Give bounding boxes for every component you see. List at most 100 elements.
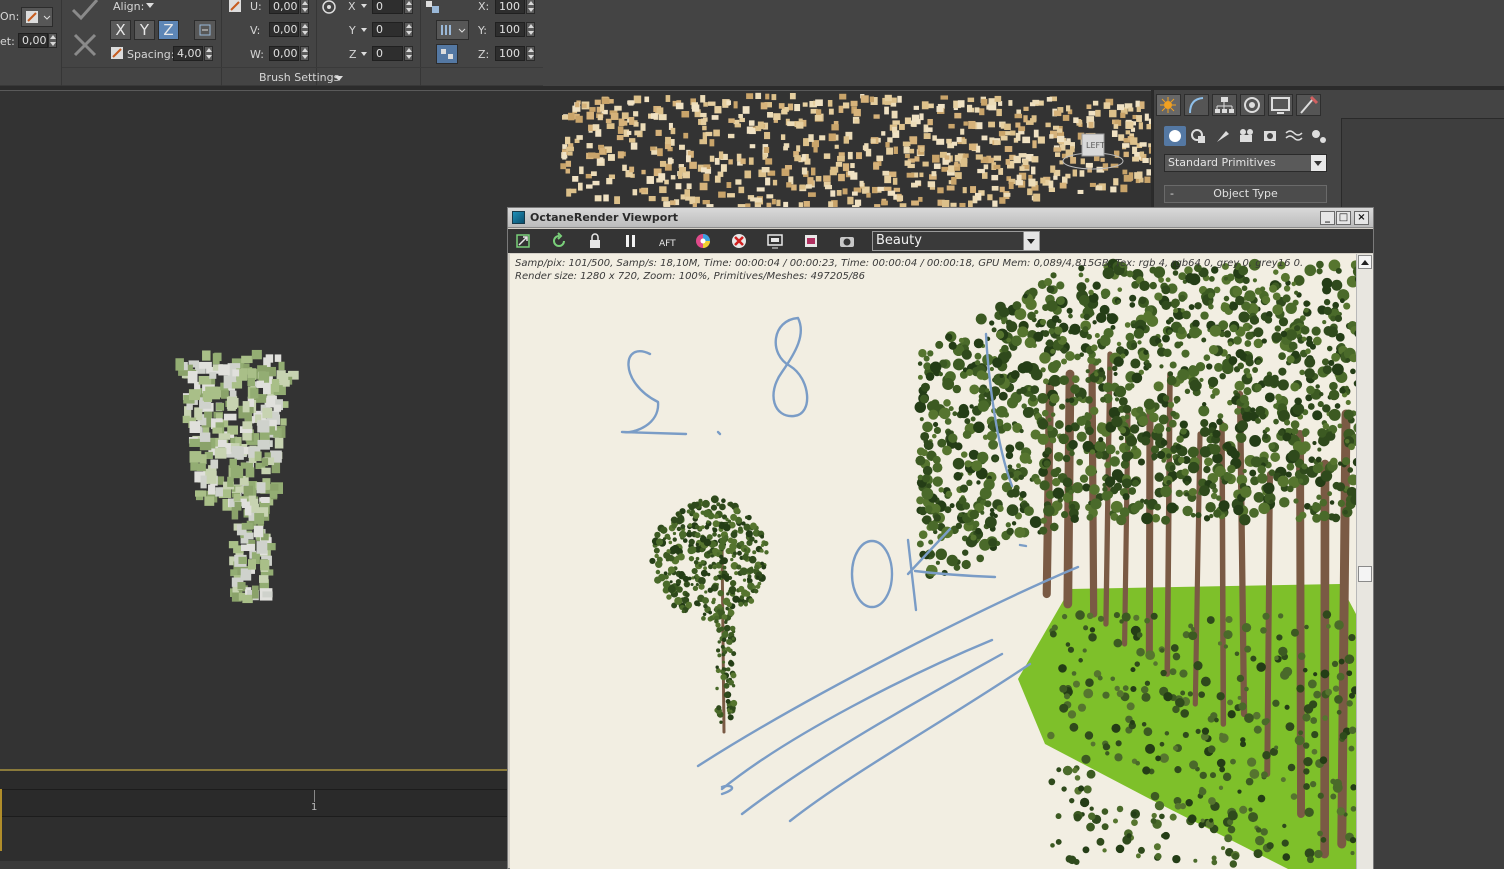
region-icon[interactable]: [766, 232, 784, 250]
utilities-tab[interactable]: [1296, 94, 1321, 116]
foliage: [1125, 383, 1133, 391]
scale-y-field[interactable]: 100: [495, 22, 525, 37]
brush-icon: [26, 11, 51, 23]
hierarchy-icon: [1215, 97, 1234, 113]
lock-icon[interactable]: [586, 232, 604, 250]
helpers-category[interactable]: [1260, 126, 1282, 146]
ground-plant: [1313, 690, 1322, 699]
foliage: [1272, 304, 1284, 316]
motion-tab[interactable]: [1240, 94, 1265, 116]
display-tab[interactable]: [1268, 94, 1293, 116]
rot-z-label: Z: [349, 48, 357, 61]
foliage: [935, 560, 940, 565]
v-field[interactable]: 0,00: [269, 22, 299, 37]
proxy-leaf: [245, 467, 255, 478]
cameras-category[interactable]: [1236, 126, 1258, 146]
render-vertical-scrollbar[interactable]: [1356, 254, 1373, 869]
v-spinner[interactable]: [300, 22, 309, 37]
rot-y-dropdown-icon[interactable]: [361, 28, 367, 33]
object-category-dropdown[interactable]: Standard Primitives: [1164, 154, 1327, 172]
scale-y-spinner[interactable]: [526, 22, 535, 37]
lights-category[interactable]: [1212, 126, 1234, 146]
rot-y-spinner[interactable]: [404, 22, 413, 37]
scale-mode-dropdown[interactable]: [436, 20, 469, 40]
align-z-button[interactable]: Z: [158, 20, 179, 40]
film-icon[interactable]: [802, 232, 820, 250]
camera-icon[interactable]: [838, 232, 856, 250]
object-type-rollout[interactable]: - Object Type: [1164, 185, 1327, 203]
u-field[interactable]: 0,00: [269, 0, 299, 14]
align-x-button[interactable]: X: [110, 20, 131, 40]
track-bar[interactable]: [0, 817, 508, 861]
spacing-spinner[interactable]: [204, 46, 213, 61]
scale-x-spinner[interactable]: [526, 0, 535, 14]
modify-tab[interactable]: [1184, 94, 1209, 116]
w-field[interactable]: 0,00: [269, 46, 299, 61]
scroll-up-button[interactable]: [1358, 255, 1372, 269]
create-tab[interactable]: [1156, 94, 1181, 116]
view-cube[interactable]: LEFT: [1062, 129, 1124, 173]
systems-category[interactable]: [1308, 126, 1330, 146]
foliage: [1282, 294, 1291, 303]
w-spinner[interactable]: [300, 46, 309, 61]
pause-icon[interactable]: [622, 232, 640, 250]
spacing-field[interactable]: 4,00: [173, 46, 203, 61]
foliage: [1061, 511, 1069, 519]
leaf-particle: [1016, 109, 1022, 114]
ground-plant: [1310, 717, 1318, 724]
align-y-button[interactable]: Y: [134, 20, 155, 40]
leaf-particle: [617, 151, 624, 159]
leaf-particle: [1116, 104, 1125, 111]
octane-render-canvas[interactable]: Samp/pix: 101/500, Samp/s: 18,10M, Time:…: [510, 254, 1356, 869]
foliage: [1143, 499, 1149, 505]
geometry-category[interactable]: [1164, 126, 1186, 146]
foliage: [955, 522, 963, 530]
brush-settings-bar[interactable]: Brush Settings: [62, 67, 543, 86]
rot-z-dropdown-icon[interactable]: [361, 52, 367, 57]
restart-icon[interactable]: [550, 232, 568, 250]
rot-y-field[interactable]: 0: [372, 22, 403, 37]
leaf-particle: [1053, 110, 1062, 117]
rot-z-spinner[interactable]: [404, 46, 413, 61]
scale-x-field[interactable]: 100: [495, 0, 525, 14]
color-wheel-icon[interactable]: [694, 232, 712, 250]
clear-icon[interactable]: [730, 232, 748, 250]
offset-spinner[interactable]: [48, 33, 57, 48]
leaf-particle: [799, 184, 806, 190]
spacewarps-category[interactable]: [1284, 126, 1306, 146]
rot-x-field[interactable]: 0: [372, 0, 403, 14]
uniform-scale-button[interactable]: [436, 44, 458, 64]
aft-icon[interactable]: AFT: [658, 232, 676, 250]
scale-z-field[interactable]: 100: [495, 46, 525, 61]
foliage: [943, 399, 951, 407]
paint-brush-dropdown[interactable]: [21, 7, 53, 27]
commit-icon[interactable]: [70, 0, 100, 22]
foliage: [1062, 477, 1073, 488]
foliage: [1199, 426, 1210, 437]
align-dropdown-icon[interactable]: [146, 3, 154, 9]
ground-plant: [1227, 810, 1238, 821]
scroll-thumb[interactable]: [1358, 566, 1372, 582]
maximize-button[interactable]: □: [1336, 211, 1351, 225]
offset-field[interactable]: 0,00: [18, 33, 48, 48]
ground-plant: [1326, 624, 1331, 629]
flip-normal-button[interactable]: [194, 20, 216, 40]
ground-plant: [1050, 843, 1055, 848]
render-pass-dropdown[interactable]: Beauty: [872, 231, 1040, 251]
hierarchy-tab[interactable]: [1212, 94, 1237, 116]
time-slider[interactable]: 1: [0, 789, 508, 817]
leaf-particle: [720, 164, 727, 172]
foliage: [958, 337, 964, 343]
u-spinner[interactable]: [300, 0, 309, 14]
rot-x-spinner[interactable]: [404, 0, 413, 14]
ground-plant: [1237, 789, 1242, 794]
rot-z-field[interactable]: 0: [372, 46, 403, 61]
minimize-button[interactable]: _: [1320, 211, 1335, 225]
octane-title-bar[interactable]: OctaneRender Viewport _ □ ×: [508, 208, 1373, 228]
shapes-category[interactable]: [1188, 126, 1210, 146]
send-scene-icon[interactable]: [515, 232, 533, 250]
close-button[interactable]: ×: [1354, 211, 1369, 225]
rot-x-dropdown-icon[interactable]: [361, 4, 367, 9]
scale-z-spinner[interactable]: [526, 46, 535, 61]
cancel-icon[interactable]: [72, 32, 98, 58]
